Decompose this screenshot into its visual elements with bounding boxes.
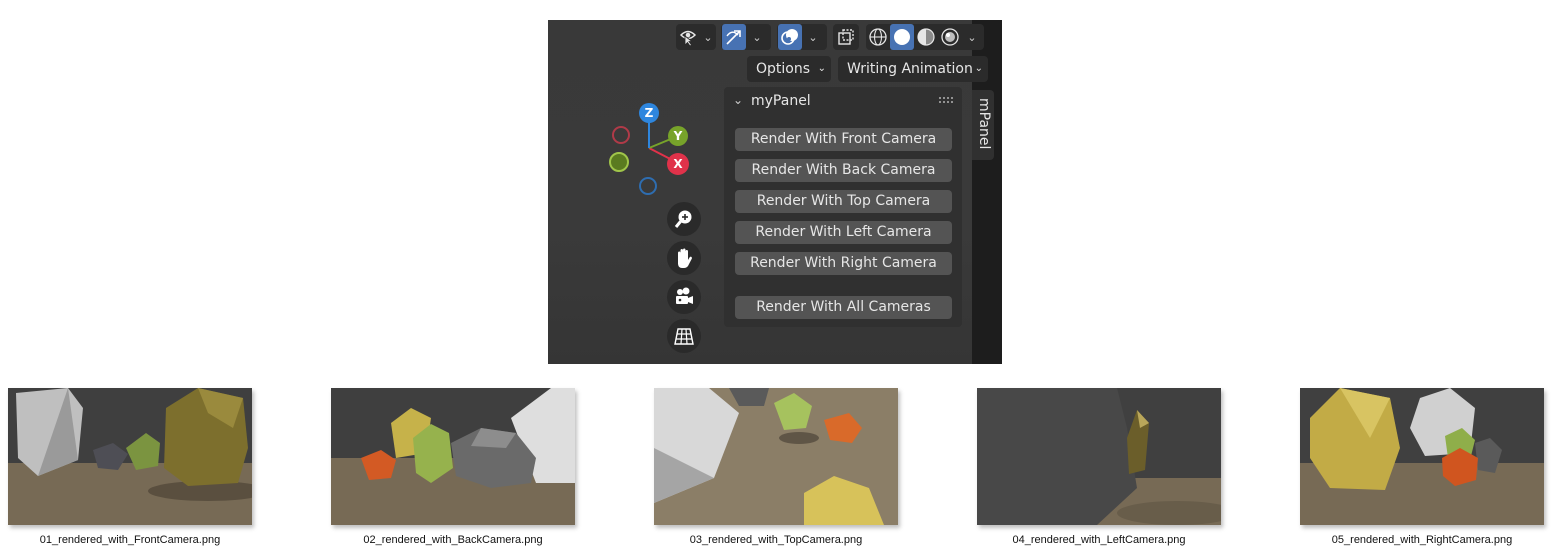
gizmo-toggle-group[interactable]: ⌄ [721,24,771,50]
gizmo-neg-z-ball[interactable] [639,177,657,195]
render-back-camera-button[interactable]: Render With Back Camera [735,159,952,182]
gizmo-x-label: X [673,157,683,171]
chevron-down-icon[interactable]: ⌄ [805,24,821,50]
overlays-toggle-group[interactable]: ⌄ [777,24,827,50]
back-camera-render-image [331,388,575,525]
panel-title[interactable]: myPanel [751,93,811,109]
blender-3d-viewport[interactable]: ⌄ ⌄ ⌄ ⌄ Options ⌄ Writing Animation ⌄ Z … [548,20,1002,364]
gizmo-neg-x-ball[interactable] [612,126,630,144]
gizmo-arrows-icon[interactable] [722,24,746,50]
view-object-types-dropdown[interactable]: ⌄ [676,24,716,50]
render-filename-right: 05_rendered_with_RightCamera.png [1331,534,1513,546]
material-preview-icon[interactable] [914,24,938,50]
gizmo-y-label: Y [673,129,683,143]
gizmo-x-ball[interactable]: X [667,153,689,175]
render-filename-back: 02_rendered_with_BackCamera.png [363,534,543,546]
sidebar-tab-mpanel[interactable]: mPanel [972,90,994,160]
gizmo-neg-y-ball[interactable] [609,152,629,172]
front-camera-render-image [8,388,252,525]
render-top-camera-button[interactable]: Render With Top Camera [735,190,952,213]
navigation-gizmo[interactable]: Z Y X [606,100,702,200]
gizmo-y-ball[interactable]: Y [668,126,688,146]
options-label: Options [756,61,811,77]
camera-view-icon [676,287,693,304]
chevron-down-icon: ⌄ [703,30,713,44]
xray-toggle-icon [834,24,858,50]
wireframe-icon[interactable] [866,24,890,50]
overlays-icon[interactable] [778,24,802,50]
chevron-down-icon[interactable]: ⌄ [749,24,765,50]
render-thumbnail-left[interactable] [977,388,1221,525]
rendered-icon[interactable] [938,24,962,50]
left-camera-render-image [977,388,1221,525]
sidebar-tab-label: mPanel [976,98,992,150]
right-camera-render-image [1300,388,1544,525]
render-thumbnail-right[interactable] [1300,388,1544,525]
top-camera-render-image [654,388,898,525]
solid-icon[interactable] [890,24,914,50]
camera-view-button[interactable] [667,280,701,314]
render-filename-top: 03_rendered_with_TopCamera.png [689,534,863,546]
gizmo-z-ball[interactable]: Z [639,103,659,123]
hand-pan-icon [678,248,692,268]
shading-mode-group[interactable]: ⌄ [866,24,984,50]
render-right-camera-button[interactable]: Render With Right Camera [735,252,952,275]
render-thumbnail-front[interactable] [8,388,252,525]
chevron-down-icon[interactable]: ⌄ [964,24,980,50]
xray-toggle[interactable] [833,24,859,50]
render-filename-front: 01_rendered_with_FrontCamera.png [39,534,221,546]
render-filename-left: 04_rendered_with_LeftCamera.png [1012,534,1186,546]
render-left-camera-button[interactable]: Render With Left Camera [735,221,952,244]
gizmo-z-label: Z [644,106,654,120]
ortho-toggle-button[interactable] [667,319,701,353]
grid-ortho-icon [674,328,694,345]
chevron-down-icon: ⌄ [817,63,826,74]
chevron-down-icon: ⌄ [974,63,983,74]
render-all-cameras-button[interactable]: Render With All Cameras [735,296,952,319]
eye-cursor-icon [677,24,701,50]
zoom-button[interactable] [667,202,701,236]
workspace-dropdown[interactable]: Writing Animation ⌄ [838,56,988,82]
my-panel: ⌄ myPanel Render With Front Camera Rende… [724,87,962,327]
workspace-label: Writing Animation [847,61,973,77]
panel-collapse-chevron-icon[interactable]: ⌄ [733,93,743,107]
options-dropdown[interactable]: Options ⌄ [747,56,831,82]
zoom-icon [674,210,692,228]
render-thumbnail-top[interactable] [654,388,898,525]
render-thumbnail-back[interactable] [331,388,575,525]
render-front-camera-button[interactable]: Render With Front Camera [735,128,952,151]
panel-drag-grip-icon[interactable] [938,96,954,104]
pan-button[interactable] [667,241,701,275]
